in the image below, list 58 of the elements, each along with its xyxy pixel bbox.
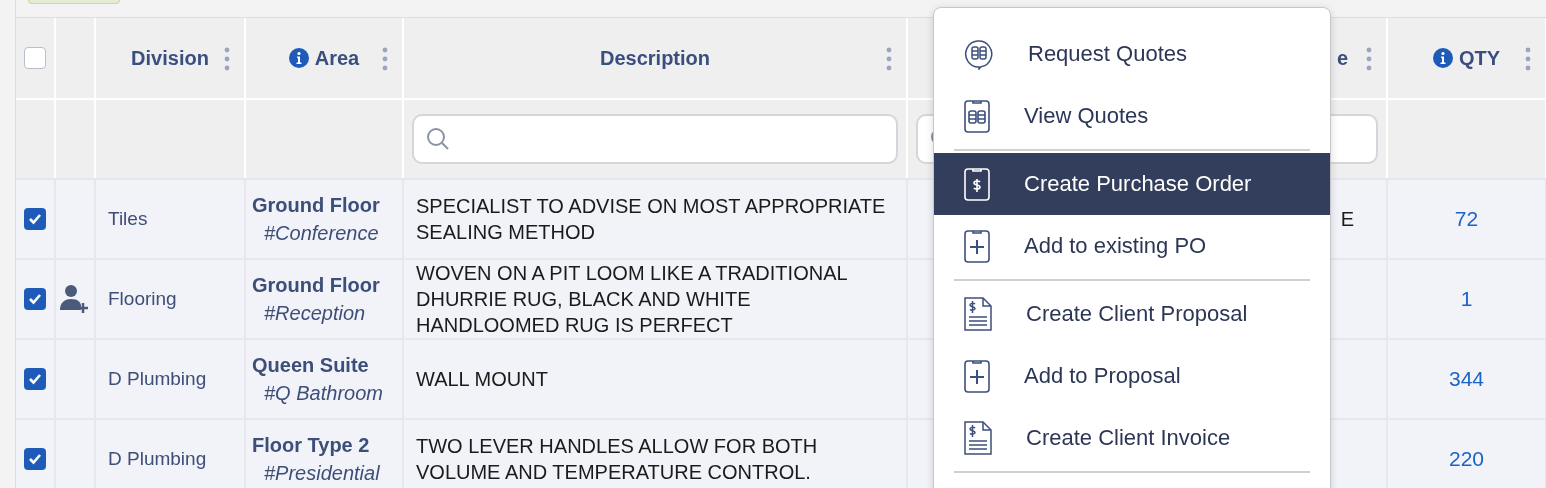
qty-link[interactable]: 1: [1460, 287, 1473, 311]
menu-item[interactable]: Create Purchase Order: [934, 153, 1330, 215]
search-field[interactable]: [412, 114, 898, 164]
column-header[interactable]: Description: [600, 46, 710, 70]
area-tag: #Reception: [252, 299, 380, 327]
column-menu-icon[interactable]: [382, 47, 388, 71]
column-header[interactable]: Division: [131, 46, 209, 70]
row-checkbox[interactable]: [24, 208, 46, 230]
division-text: Flooring: [107, 288, 177, 310]
invoice-document-icon: [964, 297, 992, 331]
row-checkbox[interactable]: [24, 288, 46, 310]
tag-chip[interactable]: [28, 0, 120, 4]
menu-item[interactable]: Add to Proposal: [934, 345, 1330, 407]
menu-item[interactable]: Request Quotes: [934, 23, 1330, 85]
plus-clipboard-icon: [964, 359, 990, 393]
area-name: Ground Floor: [252, 193, 380, 218]
select-all-checkbox[interactable]: [24, 47, 46, 69]
area-tag: #Q Bathroom: [252, 379, 383, 407]
area-name: Queen Suite: [252, 353, 370, 378]
plus-clipboard-icon: [964, 229, 990, 263]
add-user-icon[interactable]: [60, 284, 90, 314]
dollar-clipboard-icon: [964, 167, 990, 201]
qty-link[interactable]: 220: [1448, 447, 1484, 471]
checkmark-icon: [28, 453, 42, 465]
coins-bubble-icon: [964, 38, 994, 70]
checkmark-icon: [28, 293, 42, 305]
division-text: Tiles: [107, 208, 148, 230]
column-header[interactable]: QTY: [1458, 46, 1501, 70]
menu-item[interactable]: Add to existing PO: [934, 215, 1330, 277]
column-menu-icon[interactable]: [1366, 47, 1372, 71]
cell-text: E: [1340, 207, 1355, 231]
checkmark-icon: [28, 213, 42, 225]
column-header[interactable]: Area: [314, 46, 360, 70]
description-text: SPECIALIST TO ADVISE ON MOST APPROPRIATE SEALING METHOD: [415, 194, 887, 245]
column-menu-icon[interactable]: [886, 47, 892, 71]
area-tag: #Conference: [252, 219, 380, 247]
division-text: D Plumbing: [107, 448, 207, 470]
invoice-document-icon: [964, 421, 992, 455]
description-text: WALL MOUNT: [415, 367, 549, 392]
column-menu-icon[interactable]: [224, 47, 230, 71]
coins-clipboard-icon: [964, 99, 990, 133]
column-menu-icon[interactable]: [1525, 47, 1531, 71]
area-name: Ground Floor: [252, 273, 380, 298]
row-checkbox[interactable]: [24, 448, 46, 470]
area-name: Floor Type 2: [252, 433, 371, 458]
menu-item[interactable]: Create Client Invoice: [934, 407, 1330, 469]
column-header[interactable]: e: [1336, 46, 1348, 70]
menu-item[interactable]: Create Client Proposal: [934, 283, 1330, 345]
checkmark-icon: [28, 373, 42, 385]
row-checkbox[interactable]: [24, 368, 46, 390]
description-text: WOVEN ON A PIT LOOM LIKE A TRADITIONAL DHURRIE RUG, BLACK AND WHITE HANDLOOMED RUG IS PERFECT: [415, 261, 848, 338]
qty-link[interactable]: 344: [1448, 367, 1484, 391]
division-text: D Plumbing: [107, 368, 207, 390]
menu-item[interactable]: View Quotes: [934, 85, 1330, 147]
search-icon: [426, 127, 450, 151]
description-text: TWO LEVER HANDLES ALLOW FOR BOTH VOLUME AND TEMPERATURE CONTROL.: [415, 434, 819, 485]
area-tag: #Presidential: [252, 459, 380, 487]
qty-link[interactable]: 72: [1454, 207, 1479, 231]
